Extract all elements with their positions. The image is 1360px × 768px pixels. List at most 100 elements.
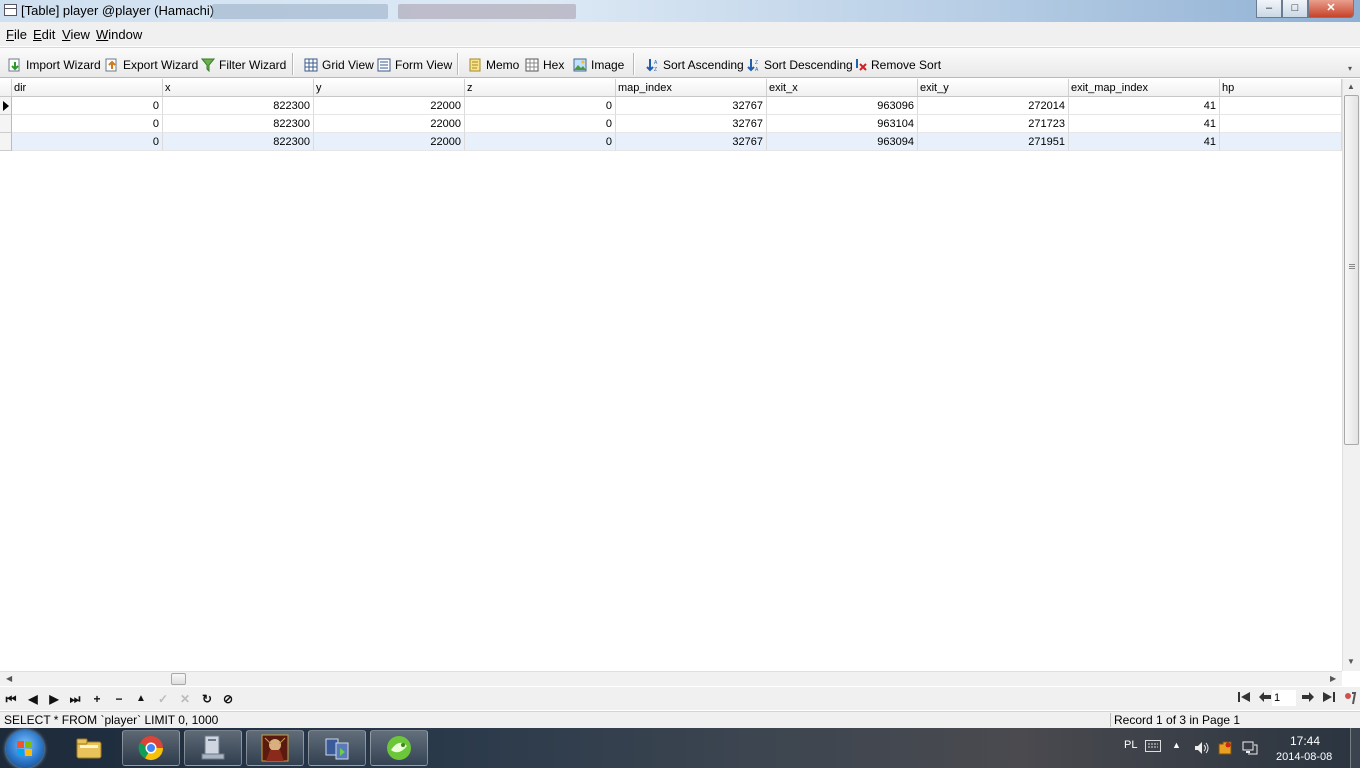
cell-exit-y[interactable]: 272014 [918, 97, 1069, 115]
remove-sort-button[interactable]: Remove Sort [853, 57, 941, 73]
taskbar-game-button[interactable] [246, 730, 304, 766]
column-header-exit-y[interactable]: exit_y [918, 79, 1069, 96]
last-page-icon[interactable] [1321, 691, 1337, 707]
cell-hp[interactable] [1220, 133, 1342, 151]
cell-exit-x[interactable]: 963096 [767, 97, 918, 115]
move-up-icon[interactable]: ▲ [133, 691, 149, 707]
cell-x[interactable]: 822300 [163, 115, 314, 133]
cell-hp[interactable] [1220, 115, 1342, 133]
export-wizard-button[interactable]: Export Wizard [105, 57, 198, 73]
column-header-z[interactable]: z [465, 79, 616, 96]
taskbar-navicat-button[interactable] [370, 730, 428, 766]
scroll-right-arrow-icon[interactable]: ▶ [1330, 674, 1336, 683]
network-icon[interactable] [1242, 741, 1258, 758]
apply-changes-icon[interactable]: ✓ [155, 691, 171, 707]
show-desktop-button[interactable] [1350, 728, 1360, 768]
action-center-icon[interactable] [1217, 740, 1233, 759]
cell-y[interactable]: 22000 [314, 97, 465, 115]
volume-icon[interactable] [1194, 741, 1210, 758]
start-button[interactable] [6, 730, 44, 768]
column-header-dir[interactable]: dir [12, 79, 163, 96]
cell-map-index[interactable]: 32767 [616, 97, 767, 115]
memo-button[interactable]: Memo [468, 57, 519, 73]
cell-exit-map-index[interactable]: 41 [1069, 97, 1220, 115]
cell-x[interactable]: 822300 [163, 97, 314, 115]
form-view-button[interactable]: Form View [377, 57, 452, 73]
import-wizard-button[interactable]: Import Wizard [8, 57, 101, 73]
next-record-icon[interactable]: ▶ [46, 691, 62, 707]
menu-view[interactable]: View [62, 27, 90, 42]
cell-exit-x[interactable]: 963094 [767, 133, 918, 151]
taskbar-explorer-button[interactable] [60, 730, 118, 766]
scroll-up-arrow-icon[interactable]: ▲ [1347, 82, 1355, 91]
vertical-scrollbar[interactable]: ▲ ▼ [1342, 79, 1360, 671]
vertical-scroll-thumb[interactable] [1344, 95, 1359, 445]
last-record-icon[interactable]: ⏭ [67, 691, 83, 707]
taskbar-chrome-button[interactable] [122, 730, 180, 766]
clock-date[interactable]: 2014-08-08 [1276, 751, 1332, 763]
column-header-x[interactable]: x [163, 79, 314, 96]
column-header-exit-map-index[interactable]: exit_map_index [1069, 79, 1220, 96]
cell-exit-y[interactable]: 271951 [918, 133, 1069, 151]
add-record-icon[interactable]: + [89, 691, 105, 707]
menu-window[interactable]: Window [96, 27, 142, 42]
cell-y[interactable]: 22000 [314, 133, 465, 151]
next-page-icon[interactable] [1300, 691, 1316, 707]
cell-map-index[interactable]: 32767 [616, 115, 767, 133]
cell-exit-x[interactable]: 963104 [767, 115, 918, 133]
table-row[interactable]: 0 822300 22000 0 32767 963096 272014 41 [0, 97, 1342, 115]
cell-dir[interactable]: 0 [12, 97, 163, 115]
language-indicator[interactable]: PL [1124, 739, 1137, 751]
prev-record-icon[interactable]: ◀ [25, 691, 41, 707]
scroll-left-arrow-icon[interactable]: ◀ [6, 674, 12, 683]
column-header-y[interactable]: y [314, 79, 465, 96]
cell-x[interactable]: 822300 [163, 133, 314, 151]
page-settings-icon[interactable] [1342, 691, 1358, 707]
cell-hp[interactable] [1220, 97, 1342, 115]
cell-exit-map-index[interactable]: 41 [1069, 115, 1220, 133]
cell-dir[interactable]: 0 [12, 115, 163, 133]
cell-y[interactable]: 22000 [314, 115, 465, 133]
first-page-icon[interactable] [1236, 691, 1252, 707]
toolbar-overflow-chevron-icon[interactable]: ▾ [1348, 64, 1352, 73]
table-row[interactable]: 0 822300 22000 0 32767 963104 271723 41 [0, 115, 1342, 133]
row-indicator[interactable] [0, 115, 12, 133]
hex-button[interactable]: Hex [525, 57, 564, 73]
column-header-exit-x[interactable]: exit_x [767, 79, 918, 96]
horizontal-scroll-thumb[interactable] [171, 673, 186, 685]
sort-ascending-button[interactable]: AZ Sort Ascending [645, 57, 744, 73]
clock-time[interactable]: 17:44 [1290, 734, 1320, 748]
menu-file[interactable]: File [6, 27, 27, 42]
column-header-map-index[interactable]: map_index [616, 79, 767, 96]
refresh-icon[interactable]: ↻ [199, 691, 215, 707]
keyboard-icon[interactable] [1145, 740, 1161, 755]
column-header-hp[interactable]: hp [1220, 79, 1342, 96]
scroll-down-arrow-icon[interactable]: ▼ [1347, 657, 1355, 666]
row-indicator-current[interactable] [0, 97, 12, 115]
cell-map-index[interactable]: 32767 [616, 133, 767, 151]
prev-page-icon[interactable] [1257, 691, 1273, 707]
table-row[interactable]: 0 822300 22000 0 32767 963094 271951 41 [0, 133, 1342, 151]
page-number-input[interactable] [1272, 690, 1296, 706]
maximize-button[interactable]: □ [1282, 0, 1308, 18]
row-indicator[interactable] [0, 133, 12, 151]
cell-exit-y[interactable]: 271723 [918, 115, 1069, 133]
tray-expand-icon[interactable]: ▲ [1172, 740, 1181, 750]
grid-view-button[interactable]: Grid View [304, 57, 374, 73]
sort-descending-button[interactable]: ZA Sort Descending [746, 57, 853, 73]
taskbar-transfer-button[interactable] [308, 730, 366, 766]
stop-icon[interactable]: ⊘ [220, 691, 236, 707]
delete-record-icon[interactable]: − [111, 691, 127, 707]
cell-dir[interactable]: 0 [12, 133, 163, 151]
menu-edit[interactable]: Edit [33, 27, 55, 42]
data-grid[interactable]: dir x y z map_index exit_x exit_y exit_m… [0, 79, 1342, 671]
first-record-icon[interactable]: ⏮ [3, 691, 19, 707]
minimize-button[interactable]: – [1256, 0, 1282, 18]
image-button[interactable]: Image [573, 57, 624, 73]
close-button[interactable]: ✕ [1308, 0, 1354, 18]
cell-z[interactable]: 0 [465, 133, 616, 151]
cell-z[interactable]: 0 [465, 97, 616, 115]
filter-wizard-button[interactable]: Filter Wizard [200, 57, 286, 73]
title-bar[interactable]: [Table] player @player (Hamachi) – □ ✕ [0, 0, 1360, 22]
taskbar-computer-button[interactable] [184, 730, 242, 766]
